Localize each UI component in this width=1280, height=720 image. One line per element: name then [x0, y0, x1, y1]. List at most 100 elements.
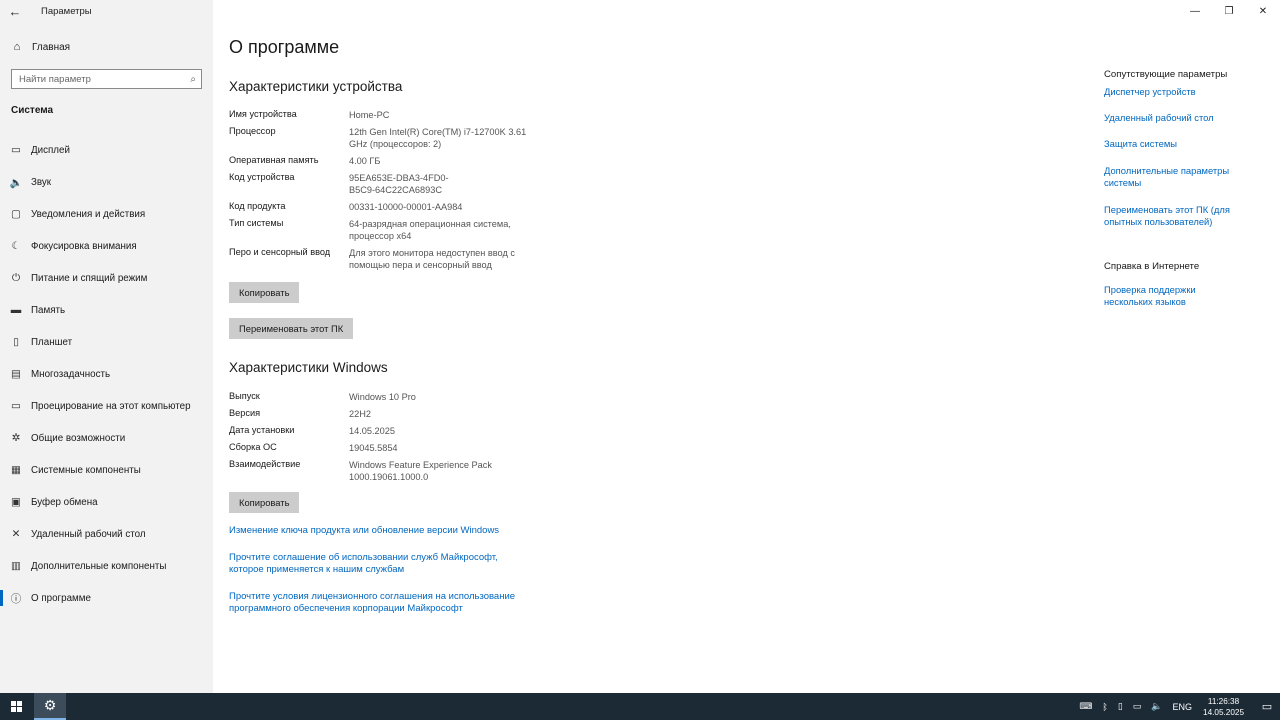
spec-row: Код устройства 95EA653E-DBA3-4FD0-B5C9-64…	[229, 172, 549, 201]
spec-value: Windows 10 Pro	[349, 392, 416, 402]
system-protection-link[interactable]: Защита системы	[1104, 138, 1244, 150]
spec-key: Оперативная память	[229, 155, 319, 165]
close-button[interactable]: ✕	[1246, 0, 1280, 22]
spec-value: 4.00 ГБ	[349, 156, 381, 166]
input-language[interactable]: ENG	[1173, 702, 1193, 712]
spec-key: Сборка ОС	[229, 442, 277, 452]
notifications-icon: ▢	[11, 208, 21, 220]
sidebar-item-label: Многозадачность	[31, 368, 111, 380]
spec-key: Процессор	[229, 126, 276, 136]
spec-value: 14.05.2025	[349, 426, 395, 436]
keyboard-icon[interactable]: ⌨	[1079, 701, 1092, 712]
sidebar: ← Параметры ⌂ Главная Найти параметр ⌕ С…	[0, 0, 213, 693]
sidebar-item-label: Системные компоненты	[31, 464, 141, 476]
copy-windows-specs-button[interactable]: Копировать	[229, 492, 300, 513]
sidebar-item-label: Проецирование на этот компьютер	[31, 400, 191, 412]
page-title: О программе	[229, 37, 340, 57]
close-icon: ✕	[1258, 5, 1268, 17]
sidebar-item-optional-features[interactable]: ▥ Дополнительные компоненты	[0, 550, 213, 582]
sidebar-item-display[interactable]: ▭ Дисплей	[0, 134, 213, 166]
spec-key: Выпуск	[229, 391, 260, 401]
sidebar-item-storage[interactable]: ▬ Память	[0, 294, 213, 326]
clock[interactable]: 11:26:38 14.05.2025	[1203, 696, 1244, 718]
device-specs-header: Характеристики устройства	[229, 79, 403, 94]
spec-value: 19045.5854	[349, 443, 398, 453]
copy-device-specs-button[interactable]: Копировать	[229, 282, 300, 303]
multitasking-icon: ▤	[11, 368, 21, 380]
sidebar-item-label: О программе	[31, 592, 91, 604]
sidebar-item-focus-assist[interactable]: ☾ Фокусировка внимания	[0, 230, 213, 262]
projecting-icon: ▭	[11, 400, 21, 412]
spec-row: Имя устройства Home-PC	[229, 109, 549, 126]
sidebar-item-shared-experiences[interactable]: ✲ Общие возможности	[0, 422, 213, 454]
sidebar-item-power[interactable]: ⏻ Питание и спящий режим	[0, 262, 213, 294]
back-button[interactable]: ←	[0, 0, 30, 22]
bluetooth-icon[interactable]: ᛒ	[1102, 702, 1107, 712]
device-specs-table: Имя устройства Home-PC Процессор 12th Gen …	[229, 109, 549, 276]
remote-desktop-link[interactable]: Удаленный рабочий стол	[1104, 112, 1244, 124]
system-tray: ⌨ ᛒ ▯ ▭ 🔈 ENG 11:26:38 14.05.2025 ▭	[1074, 693, 1280, 720]
spec-value: Для этого монитора недоступен ввод с пом…	[349, 248, 515, 270]
home-nav-item[interactable]: ⌂ Главная	[10, 41, 70, 53]
rename-pc-button[interactable]: Переименовать этот ПК	[229, 318, 354, 339]
spec-value: 95EA653E-DBA3-4FD0-B5C9-64C22CA6893C	[349, 173, 449, 195]
device-manager-link[interactable]: Диспетчер устройств	[1104, 86, 1244, 98]
spec-key: Дата установки	[229, 425, 295, 435]
spec-value: 12th Gen Intel(R) Core(TM) i7-12700K 3.6…	[349, 127, 527, 149]
spec-row: Тип системы 64-разрядная операционная сис…	[229, 218, 549, 247]
notification-icon[interactable]: ▭	[1254, 700, 1280, 713]
multilanguage-support-link[interactable]: Проверка поддержки нескольких языков	[1104, 284, 1244, 308]
spec-value: 64-разрядная операционная система, проце…	[349, 219, 511, 241]
clock-time: 11:26:38	[1207, 696, 1240, 706]
change-product-key-link[interactable]: Изменение ключа продукта или обновление …	[229, 525, 529, 537]
clipboard-icon: ▣	[11, 496, 21, 508]
taskbar: ⚙ ⌨ ᛒ ▯ ▭ 🔈 ENG 11:26:38 14.05.2025 ▭	[0, 693, 1280, 720]
sidebar-item-label: Фокусировка внимания	[31, 240, 137, 252]
sidebar-item-label: Звук	[31, 176, 52, 188]
spec-row: Перо и сенсорный ввод Для этого монитора …	[229, 247, 549, 276]
network-icon[interactable]: ▭	[1133, 701, 1142, 712]
sidebar-item-tablet[interactable]: ▯ Планшет	[0, 326, 213, 358]
sidebar-item-remote-desktop[interactable]: ✕ Удаленный рабочий стол	[0, 518, 213, 550]
sidebar-item-system-components[interactable]: ▦ Системные компоненты	[0, 454, 213, 486]
back-arrow-icon: ←	[8, 3, 22, 19]
start-button[interactable]	[0, 693, 32, 720]
services-agreement-link[interactable]: Прочтите соглашение об использовании слу…	[229, 552, 529, 576]
home-label: Главная	[32, 41, 71, 53]
gear-icon: ⚙	[43, 697, 57, 713]
sidebar-item-projecting[interactable]: ▭ Проецирование на этот компьютер	[0, 390, 213, 422]
license-terms-link[interactable]: Прочтите условия лицензионного соглашени…	[229, 591, 529, 615]
volume-icon[interactable]: 🔈	[1151, 701, 1162, 712]
sidebar-item-clipboard[interactable]: ▣ Буфер обмена	[0, 486, 213, 518]
spec-value: Home-PC	[349, 110, 390, 120]
settings-taskbar-button[interactable]: ⚙	[34, 693, 66, 720]
clock-date: 14.05.2025	[1203, 707, 1244, 717]
spec-row: Взаимодействие Windows Feature Experience…	[229, 459, 549, 488]
tablet-icon: ▯	[13, 336, 19, 348]
shared-experiences-icon: ✲	[11, 432, 21, 444]
sidebar-item-notifications[interactable]: ▢ Уведомления и действия	[0, 198, 213, 230]
title-bar: ← Параметры	[0, 0, 213, 22]
windows-specs-header: Характеристики Windows	[229, 360, 388, 375]
sidebar-item-label: Питание и спящий режим	[31, 272, 148, 284]
display-icon: ▭	[11, 144, 21, 156]
advanced-system-settings-link[interactable]: Дополнительные параметры системы	[1104, 165, 1244, 189]
search-input[interactable]: Найти параметр ⌕	[11, 69, 202, 89]
sidebar-item-about[interactable]: ⓘ О программе	[0, 582, 213, 614]
sidebar-item-sound[interactable]: 🔈 Звук	[0, 166, 213, 198]
spec-key: Код продукта	[229, 201, 286, 211]
optional-features-icon: ▥	[11, 560, 21, 572]
spec-row: Процессор 12th Gen Intel(R) Core(TM) i7-1…	[229, 126, 549, 155]
restore-button[interactable]: ❐	[1212, 0, 1246, 22]
storage-icon: ▬	[10, 304, 22, 316]
info-icon: ⓘ	[10, 592, 22, 605]
minimize-button[interactable]: —	[1178, 0, 1212, 22]
rename-pc-advanced-link[interactable]: Переименовать этот ПК (для опытных польз…	[1104, 204, 1244, 228]
active-indicator	[0, 590, 3, 606]
sidebar-item-label: Дисплей	[31, 144, 70, 156]
spec-key: Перо и сенсорный ввод	[229, 247, 331, 257]
sidebar-item-multitasking[interactable]: ▤ Многозадачность	[0, 358, 213, 390]
sidebar-item-label: Буфер обмена	[31, 496, 98, 508]
usb-icon[interactable]: ▯	[1118, 701, 1123, 712]
spec-key: Тип системы	[229, 218, 284, 228]
